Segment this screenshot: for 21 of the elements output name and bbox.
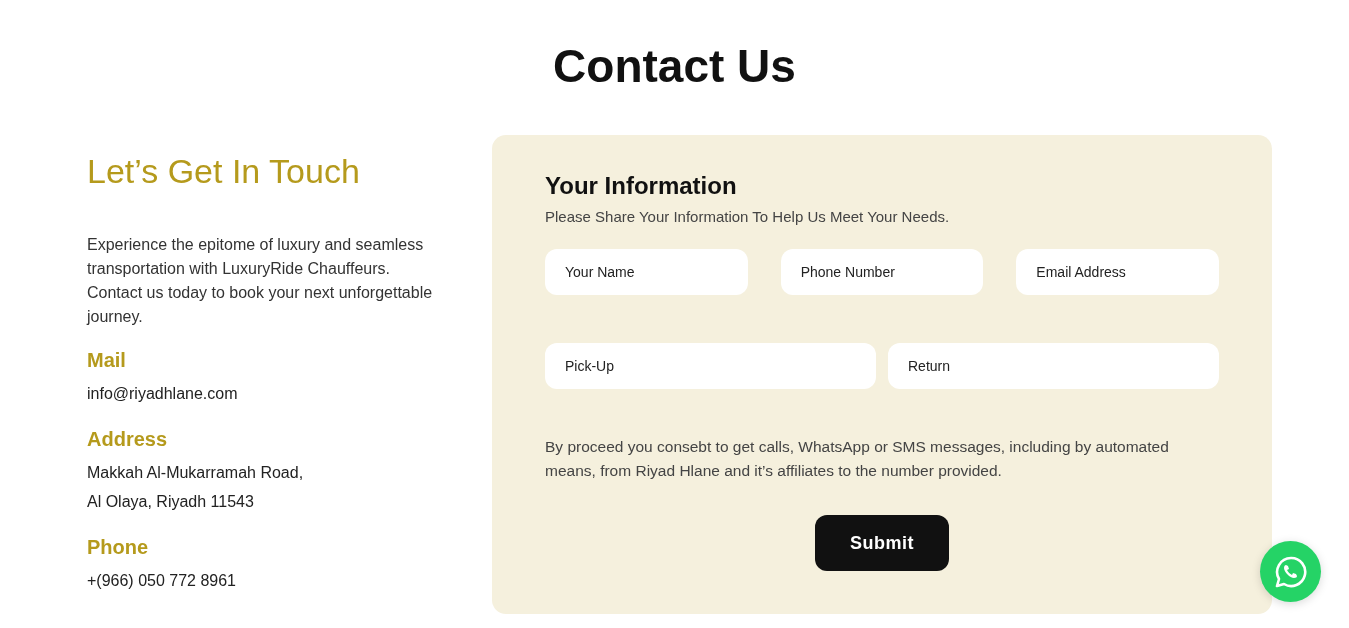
detail-text: Al Olaya, Riyadh 11543 bbox=[87, 492, 254, 512]
input-field[interactable]: Return bbox=[888, 343, 1219, 389]
input-field[interactable]: Phone Number bbox=[780, 249, 984, 295]
form-heading: Your Information bbox=[545, 171, 737, 201]
phone-bubble-icon bbox=[1273, 554, 1308, 589]
detail-text: info@riyadhlane.com bbox=[87, 384, 238, 404]
detail-text: Makkah Al-Mukarramah Road, bbox=[87, 463, 304, 483]
detail-label: Mail bbox=[87, 348, 126, 373]
page-title: Contact Us bbox=[553, 39, 796, 94]
input-field[interactable]: Your Name bbox=[545, 249, 748, 295]
form-subheading: Please Share Your Information To Help Us Meet Your Needs. bbox=[545, 207, 950, 227]
detail-label: Phone bbox=[87, 535, 149, 560]
input-field[interactable]: Pick-Up bbox=[545, 343, 876, 389]
detail-label: Address bbox=[87, 427, 168, 452]
chat-button[interactable] bbox=[1260, 541, 1321, 602]
section-heading: Let’s Get In Touch bbox=[87, 151, 360, 192]
intro-paragraph: Experience the epitome of luxury and seamless transportation with LuxuryRide Chauffeurs. Contact us today to book your next unforgettable journey. bbox=[87, 235, 434, 327]
detail-text: +(966) 050 772 8961 bbox=[87, 571, 236, 591]
submit-button[interactable]: Submit bbox=[815, 515, 949, 571]
input-field[interactable]: Email Address bbox=[1016, 249, 1219, 295]
consent-text: By proceed you consebt to get calls, WhatsApp or SMS messages, including by automated means, from Riyad Hlane and it’s affiliates to the number provided. bbox=[545, 437, 1170, 481]
